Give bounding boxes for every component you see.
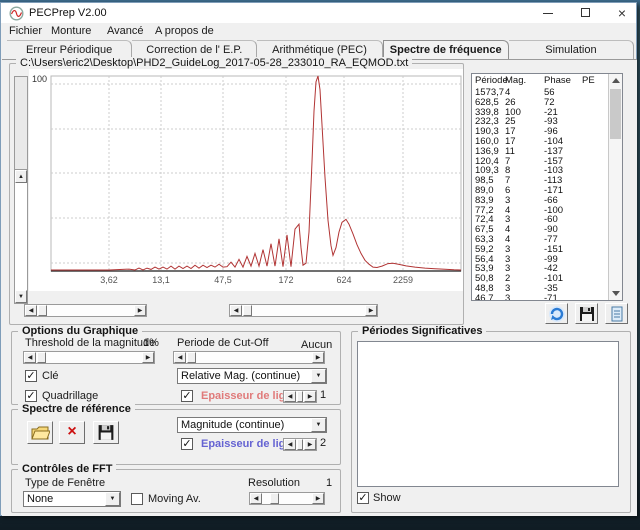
ref-epaisseur-checkbox[interactable]: ✓ xyxy=(181,438,193,450)
cutoff-label: Periode de Cut-Off xyxy=(177,337,269,349)
scroll-right-icon[interactable]: ▶ xyxy=(312,493,324,504)
scroll-up-icon[interactable]: ▲ xyxy=(15,170,27,183)
svg-text:3,62: 3,62 xyxy=(100,275,118,285)
load-reference-button[interactable] xyxy=(27,421,53,444)
chevron-down-icon[interactable]: ▼ xyxy=(311,418,326,432)
table-rows: 1573,7 4 56 628,5 26 72 339,8 100 -21 232,3 25 -93 1… xyxy=(472,88,608,300)
tab-simulation[interactable]: Simulation xyxy=(508,40,635,60)
svg-text:13,1: 13,1 xyxy=(152,275,170,285)
display-mode-dropdown[interactable]: Relative Mag. (continue) ▼ xyxy=(177,368,327,384)
file-path-label: C:\Users\eric2\Desktop\PHD2_GuideLog_201… xyxy=(16,57,413,69)
chevron-down-icon[interactable]: ▼ xyxy=(311,369,326,383)
scroll-right-icon[interactable]: ▶ xyxy=(312,352,324,363)
hscroll-thumb[interactable] xyxy=(243,305,252,316)
clear-reference-button[interactable]: × xyxy=(59,421,85,444)
save-icon xyxy=(580,307,594,321)
svg-text:624: 624 xyxy=(336,275,351,285)
notepad-icon xyxy=(611,306,623,322)
svg-text:2259: 2259 xyxy=(393,275,413,285)
cle-label: Clé xyxy=(42,370,59,382)
scroll-up-icon[interactable] xyxy=(612,78,620,83)
epaisseur-value: 1 xyxy=(320,389,327,401)
moving-av-checkbox[interactable] xyxy=(131,493,143,505)
window-title: PECPrep V2.00 xyxy=(29,7,107,19)
show-label: Show xyxy=(373,492,401,504)
title-bar[interactable]: PECPrep V2.00 × xyxy=(1,3,636,23)
menu-apropos[interactable]: A propos de xyxy=(151,25,218,37)
periodes-significatives-title: Périodes Significatives xyxy=(358,325,487,337)
menu-bar: Fichier Monture Avancé A propos de xyxy=(1,23,636,40)
table-scrollbar-thumb[interactable] xyxy=(610,89,621,139)
spinner-left-icon[interactable]: ◀ xyxy=(284,439,296,450)
show-checkbox[interactable]: ✓ xyxy=(357,492,369,504)
resolution-scrollbar[interactable]: ◀ ▶ xyxy=(249,492,325,505)
chart-hscrollbar-right[interactable]: ◀ ▶ xyxy=(229,304,378,317)
cutoff-scrollbar[interactable]: ◀ ▶ xyxy=(173,351,325,364)
ref-epaisseur-value: 2 xyxy=(320,437,327,449)
scroll-down-icon[interactable]: ▼ xyxy=(15,290,27,303)
resolution-label: Resolution xyxy=(248,477,300,489)
resolution-value: 1 xyxy=(326,477,333,489)
moving-av-label: Moving Av. xyxy=(148,493,201,505)
svg-text:172: 172 xyxy=(278,275,293,285)
chart-hscrollbar-left[interactable]: ◀ ▶ xyxy=(24,304,147,317)
spinner-right-icon[interactable]: ▶ xyxy=(304,391,316,402)
scroll-left-icon[interactable]: ◀ xyxy=(174,352,186,363)
fft-spectrum-chart[interactable]: 100 3,62 13,1 47,5 172 624 2259 xyxy=(29,69,463,291)
fenetre-dropdown[interactable]: None ▼ xyxy=(23,491,121,507)
open-folder-icon xyxy=(31,426,50,440)
spinner-right-icon[interactable]: ▶ xyxy=(304,439,316,450)
save-icon xyxy=(98,425,114,440)
fenetre-label: Type de Fenêtre xyxy=(25,477,106,489)
chart-vertical-scrollbar[interactable]: ▲ ▼ xyxy=(14,76,28,304)
app-icon xyxy=(9,6,24,21)
svg-text:47,5: 47,5 xyxy=(214,275,232,285)
threshold-value: 1% xyxy=(143,337,159,349)
frequency-table[interactable]: Période Mag. Phase PE 1573,7 4 56 628,5 26 72… xyxy=(471,73,623,301)
table-header: Période Mag. Phase PE xyxy=(475,75,595,86)
table-scrollbar[interactable] xyxy=(608,74,622,300)
delete-x-icon: × xyxy=(67,423,77,440)
scroll-left-icon[interactable]: ◀ xyxy=(230,305,242,316)
minimize-button[interactable] xyxy=(531,3,565,23)
cutoff-value: Aucun xyxy=(301,339,333,351)
recalculate-button[interactable] xyxy=(545,303,568,324)
save-reference-button[interactable] xyxy=(93,421,119,444)
scroll-left-icon[interactable]: ◀ xyxy=(250,493,262,504)
cle-checkbox[interactable]: ✓ xyxy=(25,370,37,382)
table-row[interactable]: 46,7 3 -71 xyxy=(472,293,608,300)
scroll-right-icon[interactable]: ▶ xyxy=(142,352,154,363)
spectre-reference-title: Spectre de référence xyxy=(18,403,135,415)
periodes-listbox[interactable] xyxy=(357,341,619,487)
refresh-icon xyxy=(549,306,565,322)
menu-avance[interactable]: Avancé xyxy=(103,25,148,37)
menu-fichier[interactable]: Fichier xyxy=(5,25,46,37)
hscroll-thumb[interactable] xyxy=(38,305,47,316)
options-graphique-title: Options du Graphique xyxy=(18,325,143,337)
close-button[interactable]: × xyxy=(605,3,639,23)
chevron-down-icon[interactable]: ▼ xyxy=(105,492,120,506)
threshold-scrollbar[interactable]: ◀ ▶ xyxy=(23,351,155,364)
scroll-right-icon[interactable]: ▶ xyxy=(134,305,146,316)
threshold-label: Threshold de la magnitude xyxy=(25,337,156,349)
report-button[interactable] xyxy=(605,303,628,324)
controles-fft-title: Contrôles de FFT xyxy=(18,463,117,475)
quadrillage-checkbox[interactable]: ✓ xyxy=(25,390,37,402)
reference-mode-dropdown[interactable]: Magnitude (continue) ▼ xyxy=(177,417,327,433)
maximize-button[interactable] xyxy=(568,3,602,23)
epaisseur-checkbox[interactable]: ✓ xyxy=(181,390,193,402)
app-window: PECPrep V2.00 × Fichier Monture Avancé A… xyxy=(0,2,637,516)
spinner-left-icon[interactable]: ◀ xyxy=(284,391,296,402)
scroll-down-icon[interactable] xyxy=(612,291,620,296)
scroll-left-icon[interactable]: ◀ xyxy=(25,305,37,316)
epaisseur-spinner[interactable]: ◀ ▶ xyxy=(283,390,317,403)
menu-monture[interactable]: Monture xyxy=(47,25,95,37)
quadrillage-label: Quadrillage xyxy=(42,390,99,402)
y-axis-max-label: 100 xyxy=(32,74,47,84)
vertical-scrollbar-thumb[interactable] xyxy=(15,77,27,170)
scroll-right-icon[interactable]: ▶ xyxy=(365,305,377,316)
ref-epaisseur-spinner[interactable]: ◀ ▶ xyxy=(283,438,317,451)
scroll-left-icon[interactable]: ◀ xyxy=(24,352,36,363)
save-spectrum-button[interactable] xyxy=(575,303,598,324)
